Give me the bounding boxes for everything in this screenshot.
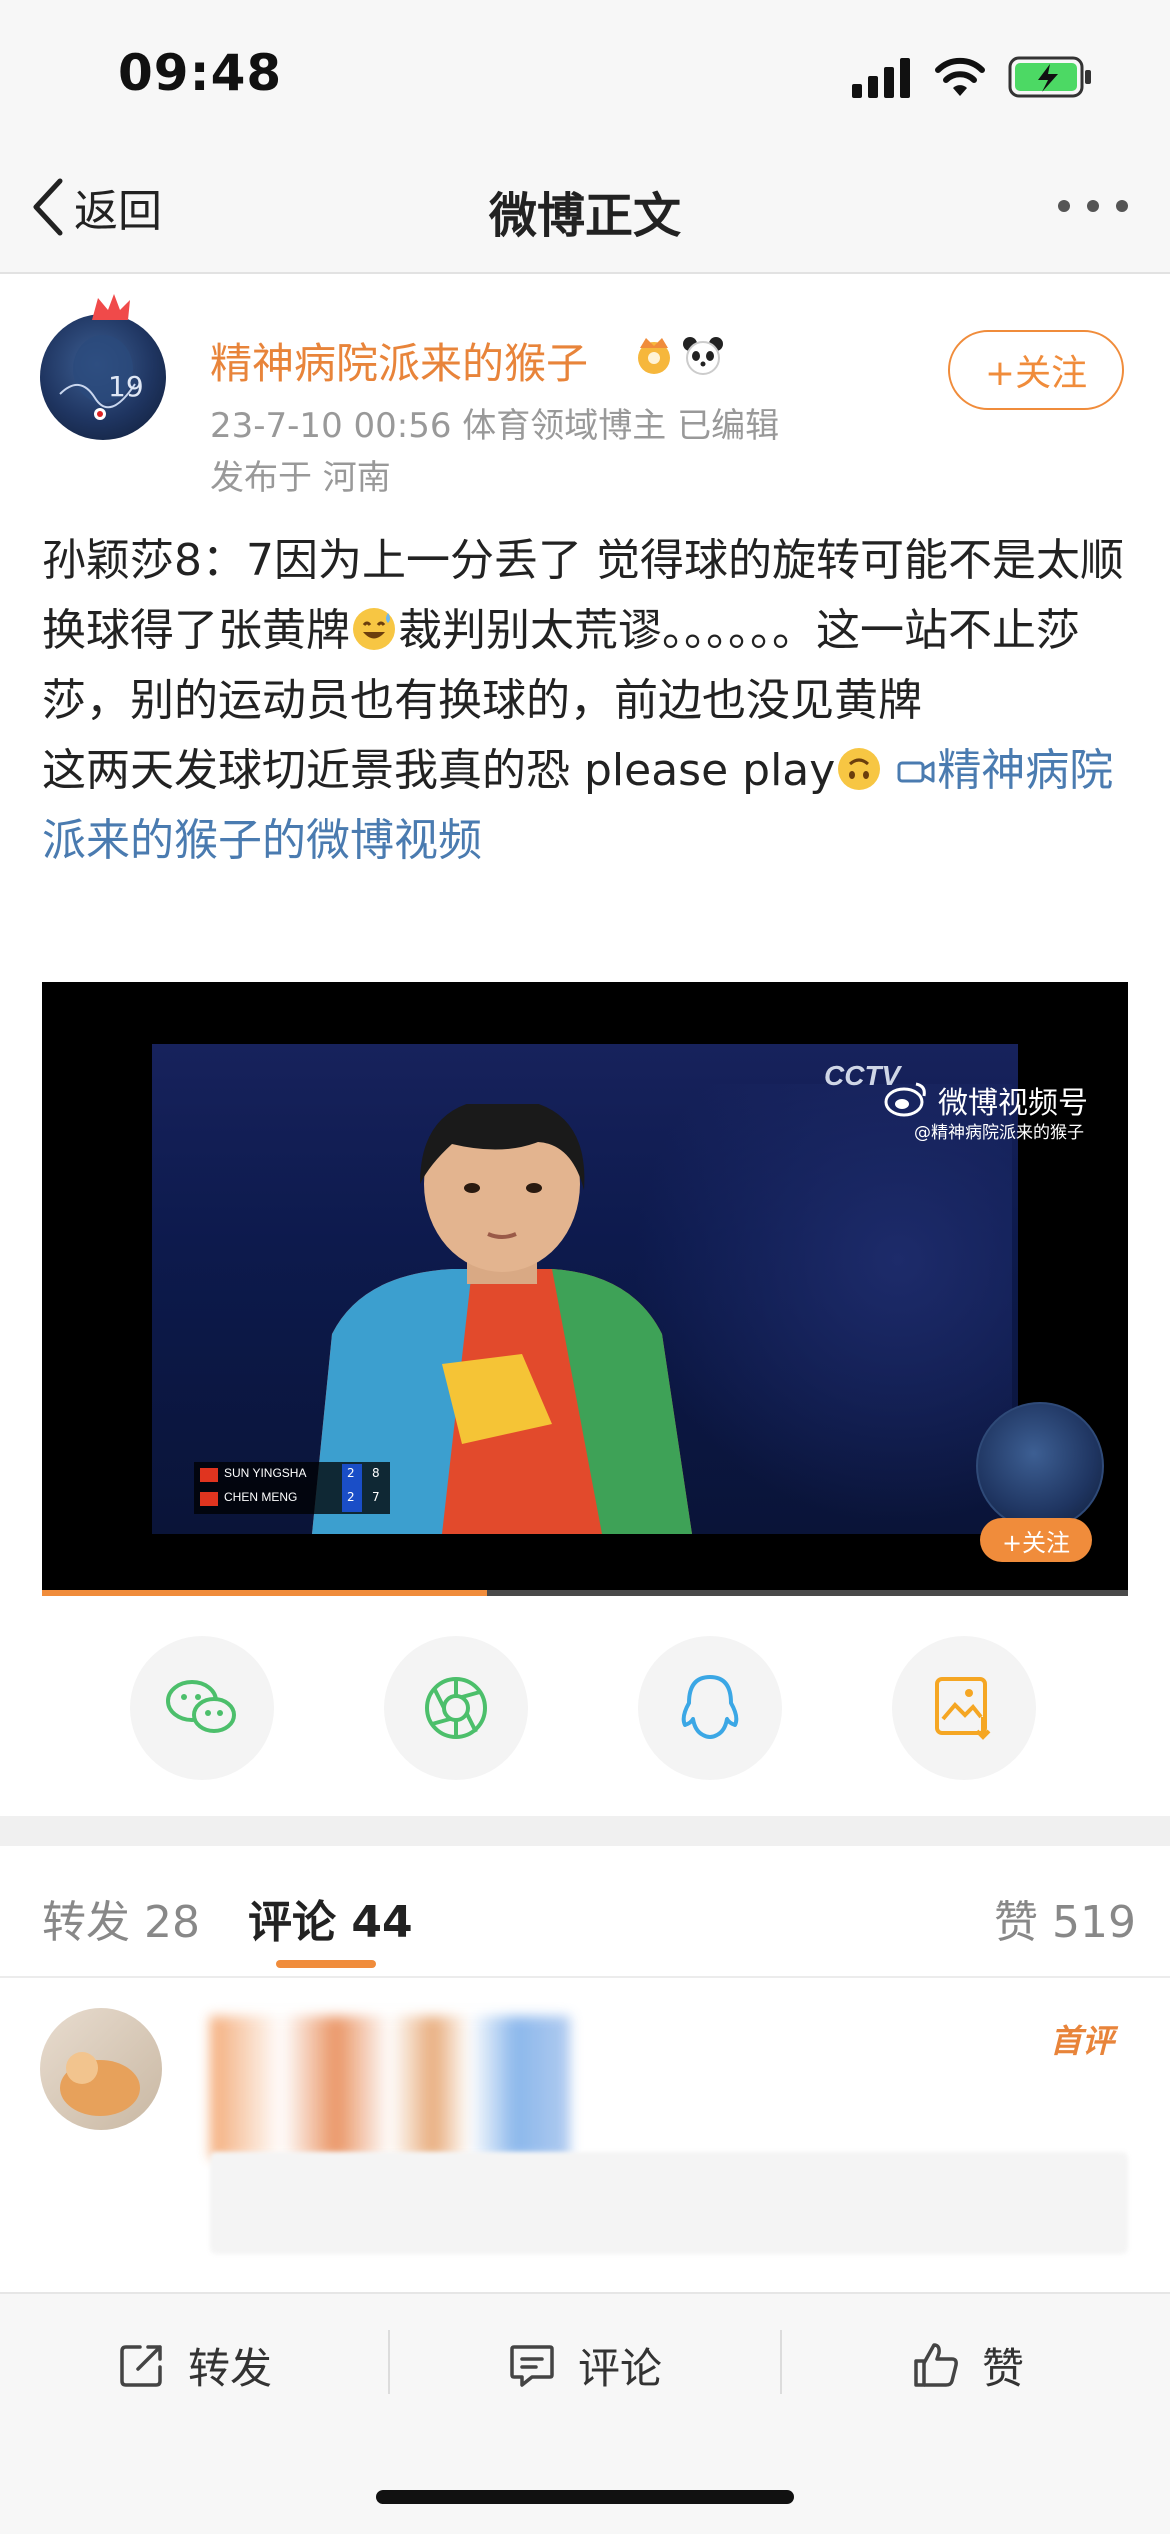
watermark-title: 微博视频号 [938,1086,1088,1121]
score-p1-points: 8 [372,1466,380,1480]
tab-like-label: 赞 [994,1897,1038,1948]
status-time: 09:48 [118,44,283,102]
crown-badge-icon [638,338,670,374]
follow-button[interactable]: +关注 [948,330,1124,410]
tab-divider [0,1976,1170,1978]
weibo-logo-icon [884,1082,926,1117]
score-p2-points: 7 [372,1490,380,1504]
repost-icon [120,2345,162,2387]
score-p2-games: 2 [347,1490,355,1504]
share-moments-button[interactable] [384,1636,528,1780]
score-player1: SUN YINGSHA [224,1466,307,1480]
first-comment-badge: 首评 [1050,2022,1115,2060]
toolbar-divider [388,2330,390,2394]
cellular-signal-icon [852,58,910,98]
tab-comment-label: 评论 [248,1897,336,1948]
repost-button[interactable]: 转发 [118,2330,272,2400]
username[interactable]: 精神病院派来的猴子 [210,330,588,391]
comment-button[interactable]: 评论 [508,2330,662,2400]
share-wechat-button[interactable] [130,1636,274,1780]
share-qq-button[interactable] [638,1636,782,1780]
post-text: 孙颖莎8：7因为上一分丢了 觉得球的旋转可能不是太顺 换球得了张黄牌 裁判别太荒… [42,526,1132,876]
comment-label: 评论 [578,2343,663,2393]
tab-repost-count: 28 [144,1897,200,1948]
post-location: 发布于 河南 [210,458,391,498]
comment-icon [510,2345,554,2387]
page-title: 微博正文 [488,188,681,244]
score-player2: CHEN MENG [224,1490,298,1504]
video-player[interactable]: SUN YINGSHA CHEN MENG 2 2 8 7 CCTV 微博视频号… [42,982,1128,1592]
qq-icon [681,1675,739,1739]
save-image-icon [935,1677,991,1740]
video-camera-icon [897,761,935,783]
toolbar-divider [780,2330,782,2394]
thumbs-up-icon [914,2343,958,2387]
post-text-part3: 这两天发球切近景我真的恐 please play [42,745,836,796]
upside-down-face-emoji-icon [838,748,881,790]
wifi-icon [935,57,985,96]
wechat-icon [166,1680,236,1733]
video-follow-button[interactable]: +关注 [980,1518,1092,1562]
more-dots-icon[interactable] [1058,200,1128,214]
home-indicator[interactable] [376,2490,794,2504]
sweat-smile-emoji-icon [353,608,395,650]
scoreboard: SUN YINGSHA CHEN MENG 2 2 8 7 [194,1462,390,1514]
watermark-user: @精神病院派来的猴子 [914,1123,1084,1143]
video-author-avatar[interactable] [976,1402,1104,1530]
tab-like[interactable]: 赞 519 [994,1886,1136,1950]
flag-icon [200,1492,218,1506]
tab-repost-label: 转发 [42,1897,130,1948]
battery-charging-icon [1008,56,1091,98]
section-divider [0,1816,1170,1846]
repost-label: 转发 [188,2343,273,2393]
comment-avatar[interactable] [40,2008,162,2130]
video-progress-fill [42,1590,487,1596]
active-tab-indicator [276,1960,376,1968]
svg-text:19: 19 [108,370,144,403]
avatar[interactable]: 19 [40,314,166,440]
like-button[interactable]: 赞 [912,2330,1024,2400]
tab-comment[interactable]: 评论 44 [248,1886,413,1950]
moments-icon [425,1677,487,1739]
panda-badge-icon [683,337,723,375]
comment-content-blurred [210,2152,1128,2254]
flag-icon [200,1468,218,1482]
post-meta: 23-7-10 00:56 体育领域博主 已编辑 [210,406,780,446]
like-label: 赞 [982,2343,1025,2393]
score-p1-games: 2 [347,1466,355,1480]
tab-like-count: 519 [1052,1897,1136,1948]
avatar-badge-icon [92,294,130,320]
comment-username-blurred [210,2016,570,2158]
tab-comment-count: 44 [351,1897,413,1948]
share-save-image-button[interactable] [892,1636,1036,1780]
tab-repost[interactable]: 转发 28 [42,1886,200,1950]
